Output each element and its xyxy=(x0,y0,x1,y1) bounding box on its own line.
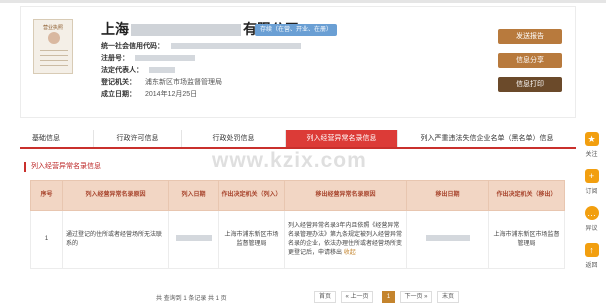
col-authority-out: 作出决定机关（移出） xyxy=(488,180,565,211)
action-buttons: 发送报告 信息分享 信息打印 xyxy=(498,29,562,101)
cell-date-out xyxy=(406,210,489,269)
info-tabs: 基础信息 行政许可信息 行政处罚信息 列入经营异常名录信息 列入严重违法失信企业… xyxy=(20,130,576,149)
top-bar xyxy=(0,0,606,3)
legal-rep-label: 法定代表人： xyxy=(101,67,143,74)
section-title: 列入经营异常名录信息 xyxy=(24,162,101,172)
col-reason-in: 列入经营异常名录原因 xyxy=(62,180,169,211)
info-row-credit-code: 统一社会信用代码： xyxy=(101,41,301,53)
license-line xyxy=(40,60,68,61)
status-badge: 存续（在营、开业、在册） xyxy=(255,24,338,36)
first-page-button[interactable]: 首页 xyxy=(314,291,336,303)
authority-value: 浦东新区市场监督管理局 xyxy=(145,79,222,86)
floating-sidebar: ★ 关注 + 订阅 … 异议 ↑ 返回 xyxy=(579,130,604,278)
col-authority-in: 作出决定机关（列入） xyxy=(218,180,285,211)
cell-authority-out: 上海市浦东新区市场监督管理局 xyxy=(488,210,565,269)
collapse-link[interactable]: 收起 xyxy=(344,250,356,256)
license-seal-icon xyxy=(48,32,60,44)
redacted-date xyxy=(425,235,470,242)
redacted-name xyxy=(131,24,241,37)
share-button[interactable]: 信息分享 xyxy=(498,53,562,68)
col-date-in: 列入日期 xyxy=(168,180,219,211)
follow-button[interactable]: ★ 关注 xyxy=(579,132,604,167)
send-report-button[interactable]: 发送报告 xyxy=(498,29,562,44)
watermark: www.kzix.com xyxy=(212,149,367,172)
plus-icon: + xyxy=(584,169,599,183)
license-title: 营业执照 xyxy=(42,25,63,31)
info-row-reg-no: 注册号： xyxy=(101,53,301,65)
abnormal-list-table: 序号 列入经营异常名录原因 列入日期 作出决定机关（列入） 移出经营异常名录原因… xyxy=(30,180,565,269)
page-1-button[interactable]: 1 xyxy=(382,291,395,303)
back-label: 返回 xyxy=(585,263,598,269)
license-line xyxy=(40,65,68,66)
tab-abnormal-list[interactable]: 列入经营异常名录信息 xyxy=(286,130,398,147)
tab-blacklist[interactable]: 列入严重违法失信企业名单（黑名单）信息 xyxy=(398,130,576,147)
cell-date-in xyxy=(168,210,219,269)
print-button[interactable]: 信息打印 xyxy=(498,77,562,92)
arrow-up-icon: ↑ xyxy=(584,243,599,257)
redacted-value xyxy=(149,67,175,74)
tab-penalty-info[interactable]: 行政处罚信息 xyxy=(182,130,286,147)
license-line xyxy=(40,50,68,51)
redacted-value xyxy=(135,55,195,62)
follow-label: 关注 xyxy=(585,152,598,158)
authority-label: 登记机关： xyxy=(101,79,136,86)
subscribe-label: 订阅 xyxy=(585,189,598,195)
col-reason-out: 移出经营异常名录原因 xyxy=(284,180,407,211)
table-row: 1 通过登记的住所或者经营场所无法联系的 上海市浦东新区市场监督管理局 列入经营… xyxy=(30,210,565,269)
subscribe-button[interactable]: + 订阅 xyxy=(579,169,604,204)
info-row-authority: 登记机关： 浦东新区市场监督管理局 xyxy=(101,77,301,89)
objection-button[interactable]: … 异议 xyxy=(579,206,604,241)
tab-basic-info[interactable]: 基础信息 xyxy=(20,130,94,147)
info-row-legal-rep: 法定代表人： xyxy=(101,65,301,77)
objection-label: 异议 xyxy=(585,226,598,232)
col-date-out: 移出日期 xyxy=(406,180,489,211)
dots-icon: … xyxy=(584,206,599,220)
license-line xyxy=(40,55,68,56)
pagination: 共 查询到 1 条记录 共 1 页 首页 « 上一页 1 下一页 » 末页 xyxy=(30,290,564,304)
pagination-summary: 共 查询到 1 条记录 共 1 页 xyxy=(156,296,227,302)
table-header-row: 序号 列入经营异常名录原因 列入日期 作出决定机关（列入） 移出经营异常名录原因… xyxy=(30,180,565,211)
founded-value: 2014年12月25日 xyxy=(145,91,198,98)
reg-no-label: 注册号： xyxy=(101,55,129,62)
cell-index: 1 xyxy=(30,210,63,269)
star-icon: ★ xyxy=(584,132,599,146)
cell-reason-in: 通过登记的住所或者经营场所无法联系的 xyxy=(62,210,169,269)
company-card: 营业执照 上海有限公司 存续（在营、开业、在册） 统一社会信用代码： 注册号： … xyxy=(20,6,576,118)
redacted-value xyxy=(171,43,301,50)
redacted-date xyxy=(175,235,212,242)
col-index: 序号 xyxy=(30,180,63,211)
company-name-prefix: 上海 xyxy=(101,21,129,37)
back-to-top-button[interactable]: ↑ 返回 xyxy=(579,243,604,278)
info-row-founded: 成立日期： 2014年12月25日 xyxy=(101,89,301,101)
credit-code-label: 统一社会信用代码： xyxy=(101,43,164,50)
last-page-button[interactable]: 末页 xyxy=(437,291,459,303)
tab-permit-info[interactable]: 行政许可信息 xyxy=(94,130,182,147)
founded-label: 成立日期： xyxy=(101,91,136,98)
next-page-button[interactable]: 下一页 » xyxy=(400,291,432,303)
cell-authority-in: 上海市浦东新区市场监督管理局 xyxy=(218,210,285,269)
prev-page-button[interactable]: « 上一页 xyxy=(341,291,373,303)
cell-reason-out: 列入经营异常名录3年内且依照《经营异常名录管理办法》第九条规定被列入经营异常名录… xyxy=(284,210,407,269)
business-license-image[interactable]: 营业执照 xyxy=(33,19,73,74)
company-info: 统一社会信用代码： 注册号： 法定代表人： 登记机关： 浦东新区市场监督管理局 成… xyxy=(101,41,301,101)
